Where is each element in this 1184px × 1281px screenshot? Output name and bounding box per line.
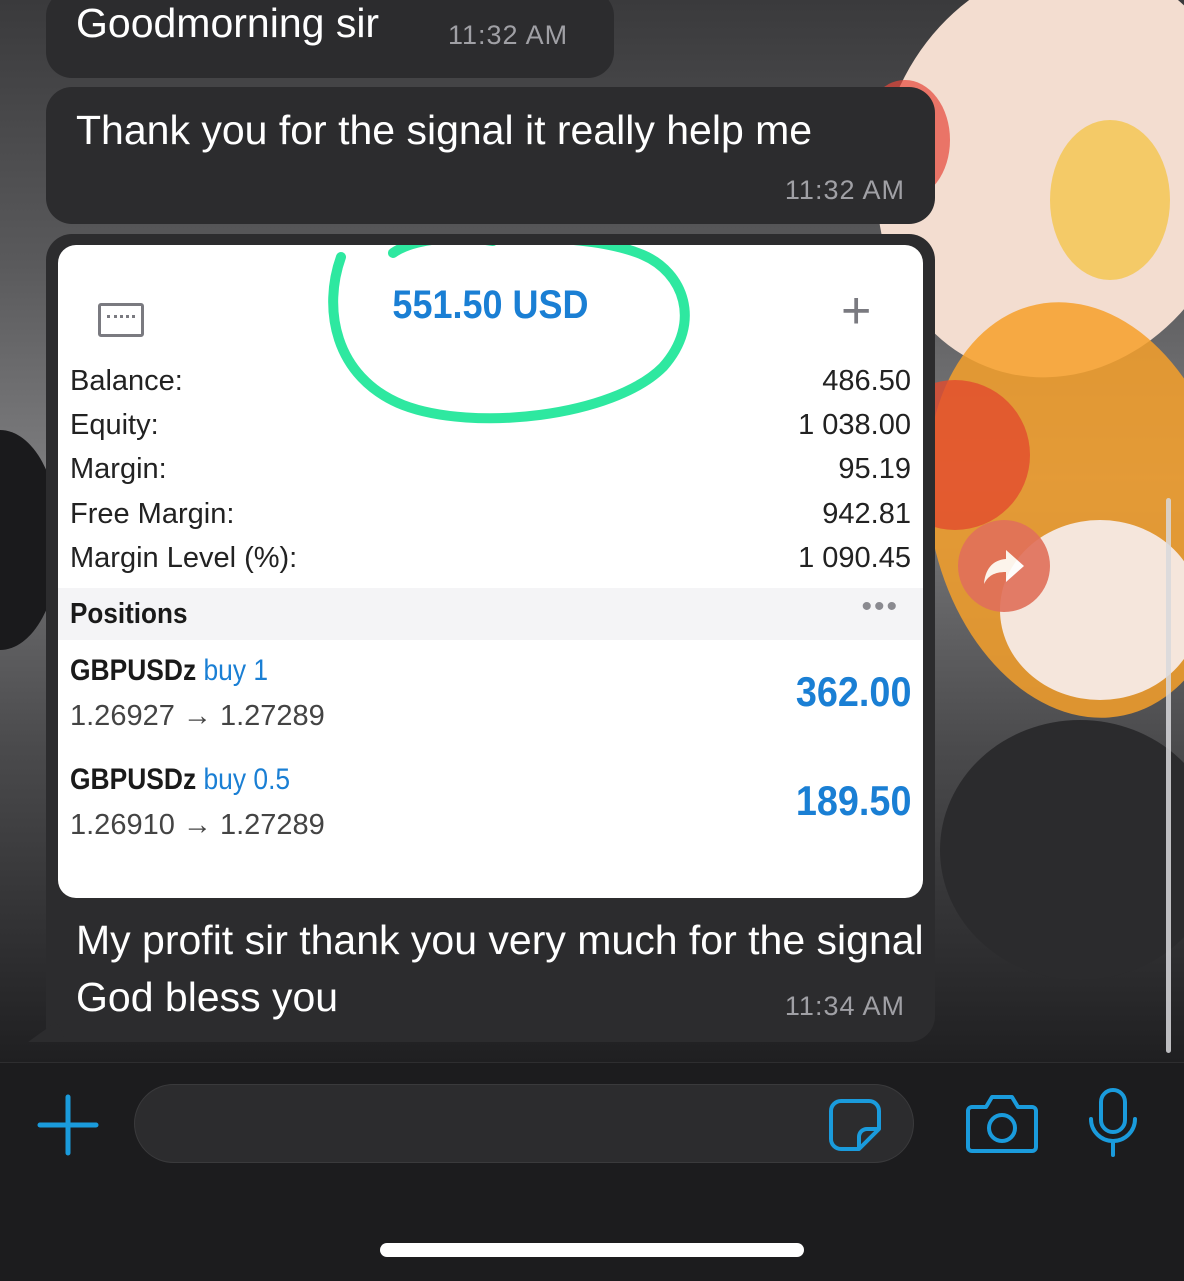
position-profit: 189.50 — [795, 777, 911, 824]
shared-screenshot-image[interactable]: 551.50 USD + Balance: 486.50 Equity: 1 0… — [58, 245, 923, 898]
forward-button[interactable] — [958, 520, 1050, 612]
image-message-bubble[interactable]: 551.50 USD + Balance: 486.50 Equity: 1 0… — [28, 234, 935, 1042]
message-input[interactable] — [134, 1084, 914, 1163]
message-text: Thank you for the signal it really help … — [76, 107, 813, 153]
position-prices: 1.26927 → 1.27289 — [70, 700, 325, 732]
positions-header: Positions ••• — [58, 588, 923, 640]
position-row: GBPUSDz buy 1 1.26927 → 1.27289 362.00 — [70, 654, 911, 732]
more-icon: ••• — [861, 590, 899, 623]
home-indicator[interactable] — [380, 1243, 804, 1257]
microphone-icon[interactable] — [1086, 1087, 1140, 1159]
plus-icon[interactable] — [36, 1093, 100, 1157]
camera-icon[interactable] — [966, 1091, 1038, 1155]
message-bubble[interactable]: Goodmorning sir 11:32 AM — [46, 0, 614, 78]
position-row: GBPUSDz buy 0.5 1.26910 → 1.27289 189.50 — [70, 763, 911, 841]
message-time: 11:32 AM — [784, 175, 905, 205]
plus-icon: + — [841, 282, 872, 340]
message-time: 11:34 AM — [784, 991, 905, 1021]
message-bubble[interactable]: Thank you for the signal it really help … — [46, 87, 935, 224]
position-prices: 1.26910 → 1.27289 — [70, 809, 325, 841]
scrollbar[interactable] — [1166, 498, 1171, 1053]
sticker-icon[interactable] — [827, 1097, 883, 1153]
message-time: 11:32 AM — [448, 20, 569, 50]
highlight-circle — [328, 245, 690, 424]
message-text: Goodmorning sir — [76, 0, 380, 46]
position-profit: 362.00 — [795, 668, 911, 715]
forward-icon — [984, 550, 1024, 584]
